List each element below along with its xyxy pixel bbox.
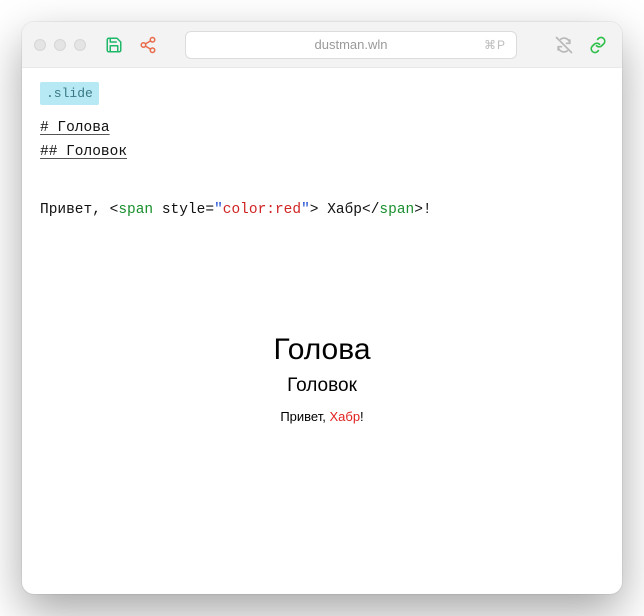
heading1-source: # Голова <box>40 117 604 141</box>
link-button[interactable] <box>586 33 610 57</box>
preview-paragraph: Привет, Хабр! <box>280 409 363 424</box>
sync-off-button[interactable] <box>552 33 576 57</box>
filename-label: dustman.wln <box>315 37 388 52</box>
html-source-line: Привет, <span style="color:red"> Хабр</s… <box>40 199 604 223</box>
minimize-dot[interactable] <box>54 39 66 51</box>
save-icon <box>105 36 123 54</box>
save-button[interactable] <box>102 33 126 57</box>
source-editor[interactable]: .slide # Голова ## Головок Привет, <span… <box>22 68 622 233</box>
preview-red-span: Хабр <box>329 409 360 424</box>
filename-field[interactable]: dustman.wln ⌘P <box>185 31 517 59</box>
content-area: .slide # Голова ## Головок Привет, <span… <box>22 68 622 594</box>
share-button[interactable] <box>136 33 160 57</box>
traffic-lights <box>34 39 86 51</box>
link-icon <box>589 36 607 54</box>
heading2-source: ## Головок <box>40 141 604 165</box>
preview-heading1: Голова <box>273 333 370 367</box>
close-dot[interactable] <box>34 39 46 51</box>
preview-heading2: Головок <box>287 375 357 397</box>
sync-off-icon <box>554 35 574 55</box>
app-window: dustman.wln ⌘P <box>22 22 622 594</box>
shortcut-hint: ⌘P <box>484 38 506 52</box>
titlebar: dustman.wln ⌘P <box>22 22 622 68</box>
slide-tag: .slide <box>40 82 99 105</box>
zoom-dot[interactable] <box>74 39 86 51</box>
preview-pane: Голова Головок Привет, Хабр! <box>22 233 622 594</box>
share-icon <box>139 36 157 54</box>
